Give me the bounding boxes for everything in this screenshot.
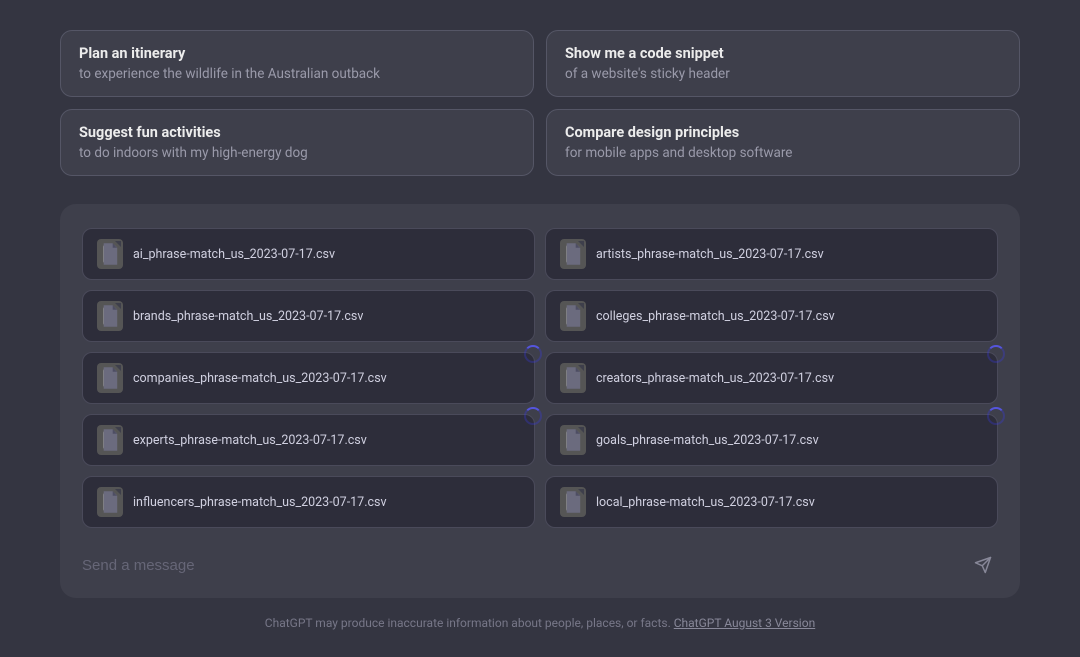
- chat-area: ai_phrase-match_us_2023-07-17.csv artist…: [60, 204, 1020, 598]
- file-icon-2: [97, 301, 123, 331]
- suggestion-card-3[interactable]: Compare design principles for mobile app…: [546, 109, 1020, 176]
- file-name-9: local_phrase-match_us_2023-07-17.csv: [596, 495, 815, 510]
- loading-spinner-4: [524, 345, 542, 363]
- file-name-3: colleges_phrase-match_us_2023-07-17.csv: [596, 309, 835, 324]
- file-name-2: brands_phrase-match_us_2023-07-17.csv: [133, 309, 363, 324]
- file-name-0: ai_phrase-match_us_2023-07-17.csv: [133, 247, 335, 262]
- send-icon: [974, 556, 992, 574]
- file-icon-4: [97, 363, 123, 393]
- suggestion-subtitle-0: to experience the wildlife in the Austra…: [79, 66, 515, 82]
- file-icon-7: [560, 425, 586, 455]
- file-icon-5: [560, 363, 586, 393]
- file-svg-icon: [101, 243, 119, 265]
- loading-spinner-6: [524, 407, 542, 425]
- file-svg-icon: [101, 429, 119, 451]
- file-svg-icon: [101, 491, 119, 513]
- file-svg-icon: [564, 429, 582, 451]
- suggestion-card-2[interactable]: Suggest fun activities to do indoors wit…: [60, 109, 534, 176]
- file-svg-icon: [564, 243, 582, 265]
- file-item-3[interactable]: colleges_phrase-match_us_2023-07-17.csv: [545, 290, 998, 342]
- suggestion-title-0: Plan an itinerary: [79, 45, 515, 62]
- file-icon-1: [560, 239, 586, 269]
- file-item-5[interactable]: creators_phrase-match_us_2023-07-17.csv: [545, 352, 998, 404]
- file-icon-8: [97, 487, 123, 517]
- suggestion-grid: Plan an itinerary to experience the wild…: [60, 30, 1020, 176]
- file-svg-icon: [101, 367, 119, 389]
- suggestion-subtitle-1: of a website's sticky header: [565, 66, 1001, 82]
- file-item-4[interactable]: companies_phrase-match_us_2023-07-17.csv: [82, 352, 535, 404]
- loading-spinner-5: [987, 345, 1005, 363]
- message-input[interactable]: [82, 557, 968, 574]
- file-svg-icon: [564, 491, 582, 513]
- footer: ChatGPT may produce inaccurate informati…: [265, 616, 815, 630]
- loading-spinner-7: [987, 407, 1005, 425]
- file-item-8[interactable]: influencers_phrase-match_us_2023-07-17.c…: [82, 476, 535, 528]
- file-item-1[interactable]: artists_phrase-match_us_2023-07-17.csv: [545, 228, 998, 280]
- file-svg-icon: [101, 305, 119, 327]
- suggestion-subtitle-2: to do indoors with my high-energy dog: [79, 145, 515, 161]
- file-icon-0: [97, 239, 123, 269]
- suggestion-card-1[interactable]: Show me a code snippet of a website's st…: [546, 30, 1020, 97]
- message-input-row: [82, 548, 998, 582]
- file-name-8: influencers_phrase-match_us_2023-07-17.c…: [133, 495, 387, 510]
- suggestion-subtitle-3: for mobile apps and desktop software: [565, 145, 1001, 161]
- file-name-1: artists_phrase-match_us_2023-07-17.csv: [596, 247, 824, 262]
- file-icon-3: [560, 301, 586, 331]
- files-grid: ai_phrase-match_us_2023-07-17.csv artist…: [82, 228, 998, 528]
- file-svg-icon: [564, 367, 582, 389]
- file-item-0[interactable]: ai_phrase-match_us_2023-07-17.csv: [82, 228, 535, 280]
- file-name-4: companies_phrase-match_us_2023-07-17.csv: [133, 371, 387, 386]
- file-item-6[interactable]: experts_phrase-match_us_2023-07-17.csv: [82, 414, 535, 466]
- file-item-9[interactable]: local_phrase-match_us_2023-07-17.csv: [545, 476, 998, 528]
- footer-text: ChatGPT may produce inaccurate informati…: [265, 616, 671, 630]
- file-icon-9: [560, 487, 586, 517]
- file-name-7: goals_phrase-match_us_2023-07-17.csv: [596, 433, 819, 448]
- file-name-5: creators_phrase-match_us_2023-07-17.csv: [596, 371, 834, 386]
- file-item-7[interactable]: goals_phrase-match_us_2023-07-17.csv: [545, 414, 998, 466]
- suggestion-title-1: Show me a code snippet: [565, 45, 1001, 62]
- suggestion-card-0[interactable]: Plan an itinerary to experience the wild…: [60, 30, 534, 97]
- send-button[interactable]: [968, 552, 998, 578]
- file-icon-6: [97, 425, 123, 455]
- suggestion-title-3: Compare design principles: [565, 124, 1001, 141]
- footer-version-link[interactable]: ChatGPT August 3 Version: [674, 616, 815, 630]
- suggestion-title-2: Suggest fun activities: [79, 124, 515, 141]
- file-name-6: experts_phrase-match_us_2023-07-17.csv: [133, 433, 367, 448]
- file-item-2[interactable]: brands_phrase-match_us_2023-07-17.csv: [82, 290, 535, 342]
- file-svg-icon: [564, 305, 582, 327]
